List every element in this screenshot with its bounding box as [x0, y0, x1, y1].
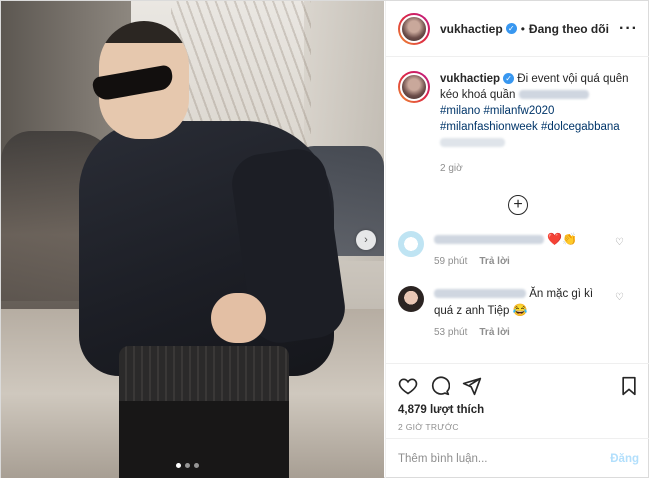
header-separator: •: [520, 21, 525, 36]
verified-badge-icon: ✓: [503, 73, 515, 85]
carousel-dot: [194, 463, 199, 468]
reply-button[interactable]: Trả lời: [479, 325, 509, 341]
commenter-avatar[interactable]: [398, 286, 424, 312]
post-photo[interactable]: ›: [1, 1, 384, 478]
carousel-dot: [185, 463, 190, 468]
caption-username[interactable]: vukhactiep: [440, 73, 500, 85]
post-side-panel: vukhactiep ✓ • Đang theo dõi ··· vukhact…: [385, 1, 649, 478]
comment-body: Ăn mặc gì kì quá z anh Tiệp 😂 53 phút Tr…: [434, 286, 614, 341]
add-comment-bar: Đăng: [386, 438, 649, 478]
comment-emoji: ❤️👏: [547, 232, 578, 246]
like-comment-heart-icon[interactable]: ♡: [615, 292, 624, 303]
share-icon[interactable]: [462, 376, 482, 396]
action-icons: [398, 370, 639, 402]
list-item: ❤️👏 59 phút Trả lời ♡: [398, 231, 638, 270]
redacted-text: [440, 138, 505, 148]
caption-hashtags[interactable]: #milano #milanfw2020 #milanfashionweek #…: [440, 103, 630, 135]
more-options-icon[interactable]: ···: [619, 20, 638, 38]
comment-emoji: 😂: [512, 303, 528, 317]
avatar[interactable]: [398, 12, 430, 45]
comment-meta: 53 phút Trả lời: [434, 325, 614, 341]
plus-circle-icon[interactable]: +: [508, 195, 528, 215]
comments-list[interactable]: vukhactiep ✓ Đi event vội quá quên kéo kh…: [386, 57, 649, 357]
list-item: Ăn mặc gì kì quá z anh Tiệp 😂 53 phút Tr…: [398, 286, 638, 341]
caption-avatar[interactable]: [398, 71, 430, 103]
redacted-username: [434, 289, 526, 299]
redacted-mention: [518, 90, 589, 100]
caption-text-block: vukhactiep ✓ Đi event vội quá quên kéo kh…: [440, 71, 630, 177]
add-comment-input[interactable]: [398, 453, 611, 465]
comment-icon[interactable]: [430, 376, 450, 396]
like-comment-heart-icon[interactable]: ♡: [615, 237, 624, 248]
comment-time: 59 phút: [434, 256, 468, 267]
next-photo-arrow-icon[interactable]: ›: [356, 230, 376, 250]
commenter-avatar[interactable]: [398, 231, 424, 257]
comment-meta: 59 phút Trả lời: [434, 254, 614, 270]
heart-icon[interactable]: [398, 376, 418, 396]
following-status-button[interactable]: Đang theo dõi: [529, 22, 609, 36]
post-comment-button[interactable]: Đăng: [610, 453, 639, 465]
header-username[interactable]: vukhactiep: [440, 22, 503, 36]
reply-button[interactable]: Trả lời: [479, 254, 509, 270]
post-caption: vukhactiep ✓ Đi event vội quá quên kéo kh…: [398, 71, 638, 177]
photo-subject-legs: [119, 401, 289, 478]
comment-time: 53 phút: [434, 327, 468, 338]
caption-time: 2 giờ: [440, 163, 463, 174]
post-actions: 4,879 lượt thích 2 GIỜ TRƯỚC: [386, 363, 649, 432]
post-time-ago: 2 GIỜ TRƯỚC: [398, 422, 459, 432]
redacted-comment: [434, 235, 544, 245]
likes-count[interactable]: 4,879 lượt thích: [398, 404, 639, 416]
comment-body: ❤️👏 59 phút Trả lời: [434, 231, 614, 270]
bookmark-icon[interactable]: [619, 376, 639, 396]
post-header: vukhactiep ✓ • Đang theo dõi ···: [386, 1, 649, 57]
carousel-dots: [176, 463, 199, 468]
verified-badge-icon: ✓: [505, 23, 517, 34]
instagram-post-modal: › vukhactiep ✓ • Đang theo dõi ··· vukha…: [0, 0, 649, 478]
load-more-comments[interactable]: +: [398, 195, 638, 215]
carousel-dot: [176, 463, 181, 468]
photo-subject-hand: [211, 293, 266, 343]
